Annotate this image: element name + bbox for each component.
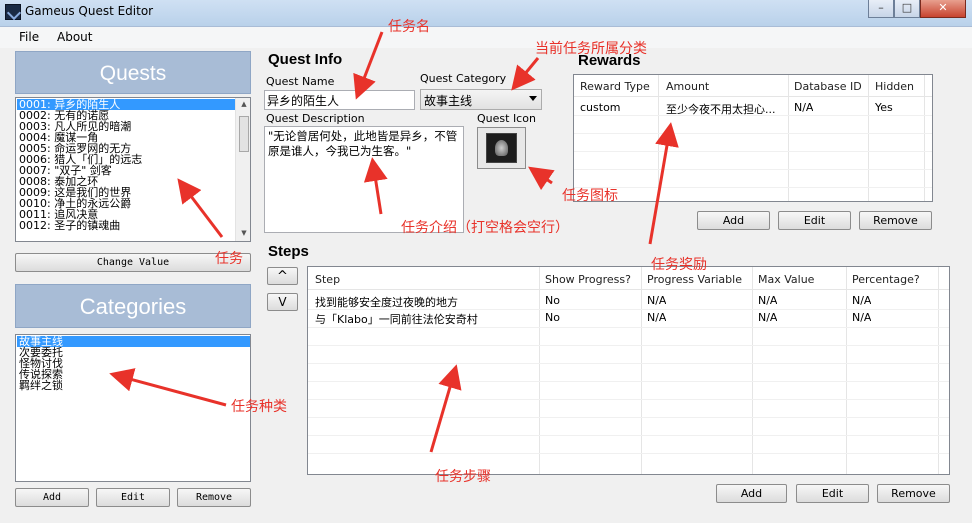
window-title: Gameus Quest Editor — [25, 4, 154, 18]
scroll-thumb[interactable] — [239, 116, 249, 152]
step-edit-button[interactable]: Edit — [796, 484, 869, 503]
quest-list[interactable]: 0001: 异乡的陌生人 0002: 无有的诺愿 0003: 凡人所见的暗潮 0004… — [15, 97, 251, 242]
reward-cell-database-id[interactable]: N/A — [794, 101, 813, 114]
reward-add-button[interactable]: Add — [697, 211, 770, 230]
category-list-item[interactable]: 羁绊之锁 — [17, 380, 250, 391]
quest-category-value: 故事主线 — [424, 94, 473, 108]
annotation-icon: 任务图标 — [562, 188, 618, 204]
reward-cell-amount[interactable]: 至少今夜不用太担心... — [666, 101, 786, 117]
rewards-col-hidden[interactable]: Hidden — [875, 80, 914, 93]
arrow-icon — [528, 166, 555, 191]
reward-edit-button[interactable]: Edit — [778, 211, 851, 230]
steps-col-percentage[interactable]: Percentage? — [852, 273, 920, 286]
step-move-up-button[interactable]: ^ — [267, 267, 298, 285]
quest-category-label: Quest Category — [420, 72, 507, 85]
step-row-1-show-progress[interactable]: No — [545, 294, 560, 307]
steps-table[interactable]: Step Show Progress? Progress Variable Ma… — [307, 266, 950, 475]
chevron-down-icon — [529, 96, 537, 101]
menu-file[interactable]: File — [19, 30, 39, 44]
steps-title: Steps — [268, 243, 309, 260]
quest-name-label: Quest Name — [266, 75, 335, 88]
annotation-description: 任务介绍（打空格会空行） — [401, 220, 569, 236]
quest-icon-button[interactable] — [477, 127, 526, 169]
scroll-up-icon[interactable]: ▲ — [236, 100, 250, 108]
rewards-col-type[interactable]: Reward Type — [580, 80, 650, 93]
reward-remove-button[interactable]: Remove — [859, 211, 932, 230]
step-row-2-percentage[interactable]: N/A — [852, 311, 871, 324]
quest-name-input[interactable]: 异乡的陌生人 — [264, 90, 415, 110]
annotation-quests: 任务 — [215, 251, 243, 267]
close-button[interactable]: ✕ — [920, 0, 966, 18]
quest-info-title: Quest Info — [268, 51, 343, 68]
category-add-button[interactable]: Add — [15, 488, 89, 507]
step-row-1-percentage[interactable]: N/A — [852, 294, 871, 307]
quest-category-select[interactable]: 故事主线 — [420, 89, 542, 110]
quest-list-item[interactable]: 0012: 圣子的镇魂曲 — [17, 220, 235, 231]
maximize-button[interactable]: □ — [894, 0, 920, 18]
step-remove-button[interactable]: Remove — [877, 484, 950, 503]
steps-col-step[interactable]: Step — [315, 273, 340, 286]
annotation-rewards: 任务奖励 — [651, 257, 707, 273]
annotation-steps: 任务步骤 — [435, 469, 491, 485]
step-row-1-progress-variable[interactable]: N/A — [647, 294, 666, 307]
step-row-1-step[interactable]: 找到能够安全度过夜晚的地方 — [315, 294, 458, 310]
quest-icon-label: Quest Icon — [477, 112, 536, 125]
step-move-down-button[interactable]: V — [267, 293, 298, 311]
scroll-down-icon[interactable]: ▼ — [236, 229, 250, 237]
app-icon — [5, 4, 21, 20]
arrow-category — [511, 57, 540, 91]
category-remove-button[interactable]: Remove — [177, 488, 251, 507]
category-list[interactable]: 故事主线 次要委托 怪物讨伐 传说探索 羁绊之锁 — [15, 334, 251, 482]
quest-icon-image — [486, 133, 517, 163]
steps-col-max-value[interactable]: Max Value — [758, 273, 814, 286]
categories-header: Categories — [15, 284, 251, 328]
steps-col-progress-variable[interactable]: Progress Variable — [647, 273, 742, 286]
minimize-button[interactable]: – — [868, 0, 894, 18]
step-row-2-show-progress[interactable]: No — [545, 311, 560, 324]
step-row-2-step[interactable]: 与「Klabo」一同前往法伦安奇村 — [315, 311, 478, 327]
rewards-col-amount[interactable]: Amount — [666, 80, 709, 93]
step-add-button[interactable]: Add — [716, 484, 787, 503]
menu-about[interactable]: About — [57, 30, 92, 44]
rewards-col-database-id[interactable]: Database ID — [794, 80, 862, 93]
reward-cell-hidden[interactable]: Yes — [875, 101, 893, 114]
menu-bar — [0, 27, 972, 48]
quest-list-scrollbar[interactable]: ▲ ▼ — [235, 98, 250, 241]
annotation-quest-name: 任务名 — [388, 19, 430, 35]
step-row-2-max-value[interactable]: N/A — [758, 311, 777, 324]
category-edit-button[interactable]: Edit — [96, 488, 170, 507]
quests-header: Quests — [15, 51, 251, 94]
reward-cell-type[interactable]: custom — [580, 101, 621, 114]
step-row-2-progress-variable[interactable]: N/A — [647, 311, 666, 324]
steps-col-show-progress[interactable]: Show Progress? — [545, 273, 631, 286]
annotation-category: 当前任务所属分类 — [535, 41, 647, 57]
quest-description-label: Quest Description — [266, 112, 365, 125]
step-row-1-max-value[interactable]: N/A — [758, 294, 777, 307]
annotation-categories: 任务种类 — [231, 399, 287, 415]
rewards-table[interactable]: Reward Type Amount Database ID Hidden cu… — [573, 74, 933, 202]
